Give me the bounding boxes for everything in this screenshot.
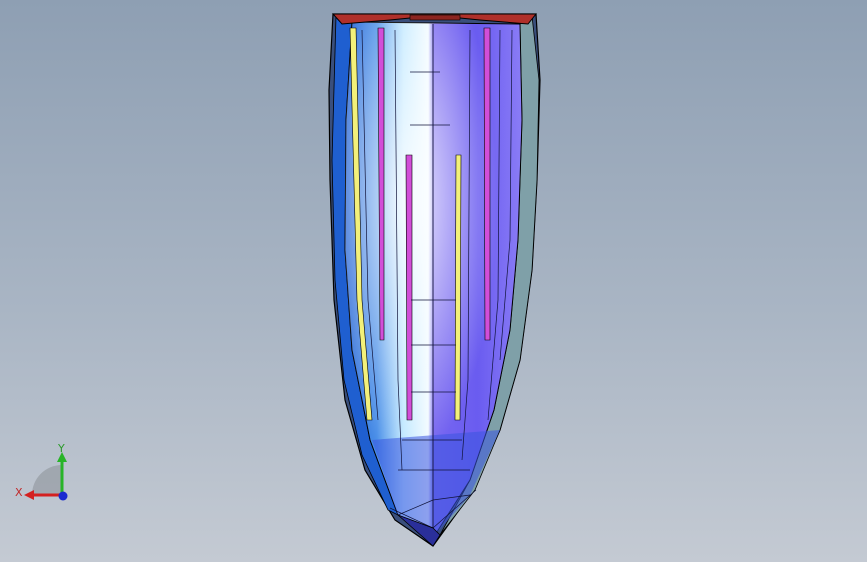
reference-triad: X Y (10, 440, 80, 510)
graphics-viewport[interactable]: X Y (0, 0, 867, 562)
x-axis-label: X (15, 486, 23, 499)
chine-strip-inner-magenta (405, 154, 413, 421)
boat-hull-model[interactable] (0, 0, 867, 562)
chine-strip-inner-yellow (454, 154, 462, 421)
triad-icon (24, 452, 68, 501)
hull-keel-region (372, 430, 500, 535)
y-axis-label: Y (58, 442, 65, 455)
chine-strip-right-magenta (483, 27, 491, 341)
transom-notch (409, 14, 461, 21)
